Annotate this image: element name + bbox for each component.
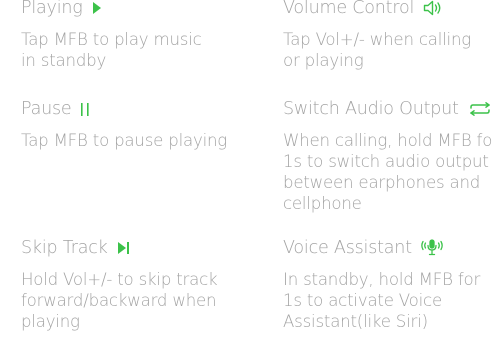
playing-title: Playing: [21, 0, 83, 18]
switch-audio-title: Switch Audio Output: [283, 99, 459, 119]
pause-title: Pause: [21, 99, 72, 119]
feature-description: When calling, hold MFB for 1s to switch …: [283, 130, 494, 214]
volume-desc-line: or playing: [283, 51, 364, 70]
feature-description: Tap MFB to pause playing: [21, 130, 227, 151]
feature-playing: Playing Tap MFB to play music in standby: [21, 0, 202, 71]
feature-volume-control: Volume Control Tap Vol+/- when calling o…: [283, 0, 471, 71]
volume-title: Volume Control: [283, 0, 415, 18]
feature-description: In standby, hold MFB for 1s to activate …: [283, 269, 480, 332]
pause-icon: [80, 99, 90, 119]
feature-title: Voice Assistant: [283, 237, 480, 259]
skip-desc-line: Hold Vol+/- to skip track: [21, 270, 218, 289]
feature-description: Tap MFB to play music in standby: [21, 29, 202, 71]
feature-title: Volume Control: [283, 0, 471, 19]
microphone-icon: [421, 238, 443, 258]
voice-title: Voice Assistant: [283, 238, 412, 258]
switch-audio-desc-line: 1s to switch audio output: [283, 152, 489, 171]
play-icon: [92, 0, 102, 18]
feature-title: Pause: [21, 98, 227, 120]
playing-desc-line: in standby: [21, 51, 107, 70]
voice-desc-line: In standby, hold MFB for: [283, 270, 481, 289]
feature-description: Hold Vol+/- to skip track forward/backwa…: [21, 269, 218, 332]
voice-desc-line: Assistant(like Siri): [283, 312, 428, 331]
feature-title: Skip Track: [21, 237, 217, 259]
playing-desc-line: Tap MFB to play music: [21, 30, 202, 49]
switch-audio-desc-line: cellphone: [283, 194, 362, 213]
skip-desc-line: forward/backward when: [21, 291, 217, 310]
feature-title: Playing: [21, 0, 202, 19]
voice-desc-line: 1s to activate Voice: [283, 291, 442, 310]
feature-title: Switch Audio Output: [283, 98, 494, 120]
feature-description: Tap Vol+/- when calling or playing: [283, 29, 471, 71]
feature-switch-audio-output: Switch Audio Output When calling, hold M…: [283, 98, 494, 214]
skip-track-icon: [117, 238, 131, 258]
switch-audio-desc-line: When calling, hold MFB for: [283, 131, 494, 150]
feature-pause: Pause Tap MFB to pause playing: [21, 98, 227, 151]
switch-audio-desc-line: between earphones and: [283, 173, 481, 192]
switch-arrows-icon: [468, 99, 492, 119]
skip-desc-line: playing: [21, 312, 80, 331]
pause-desc-line: Tap MFB to pause playing: [21, 131, 228, 150]
volume-desc-line: Tap Vol+/- when calling: [283, 30, 472, 49]
feature-skip-track: Skip Track Hold Vol+/- to skip track for…: [21, 237, 218, 332]
speaker-icon: [423, 0, 443, 18]
feature-voice-assistant: Voice Assistant In standby, hold MFB for…: [283, 237, 480, 332]
skip-title: Skip Track: [21, 238, 108, 258]
